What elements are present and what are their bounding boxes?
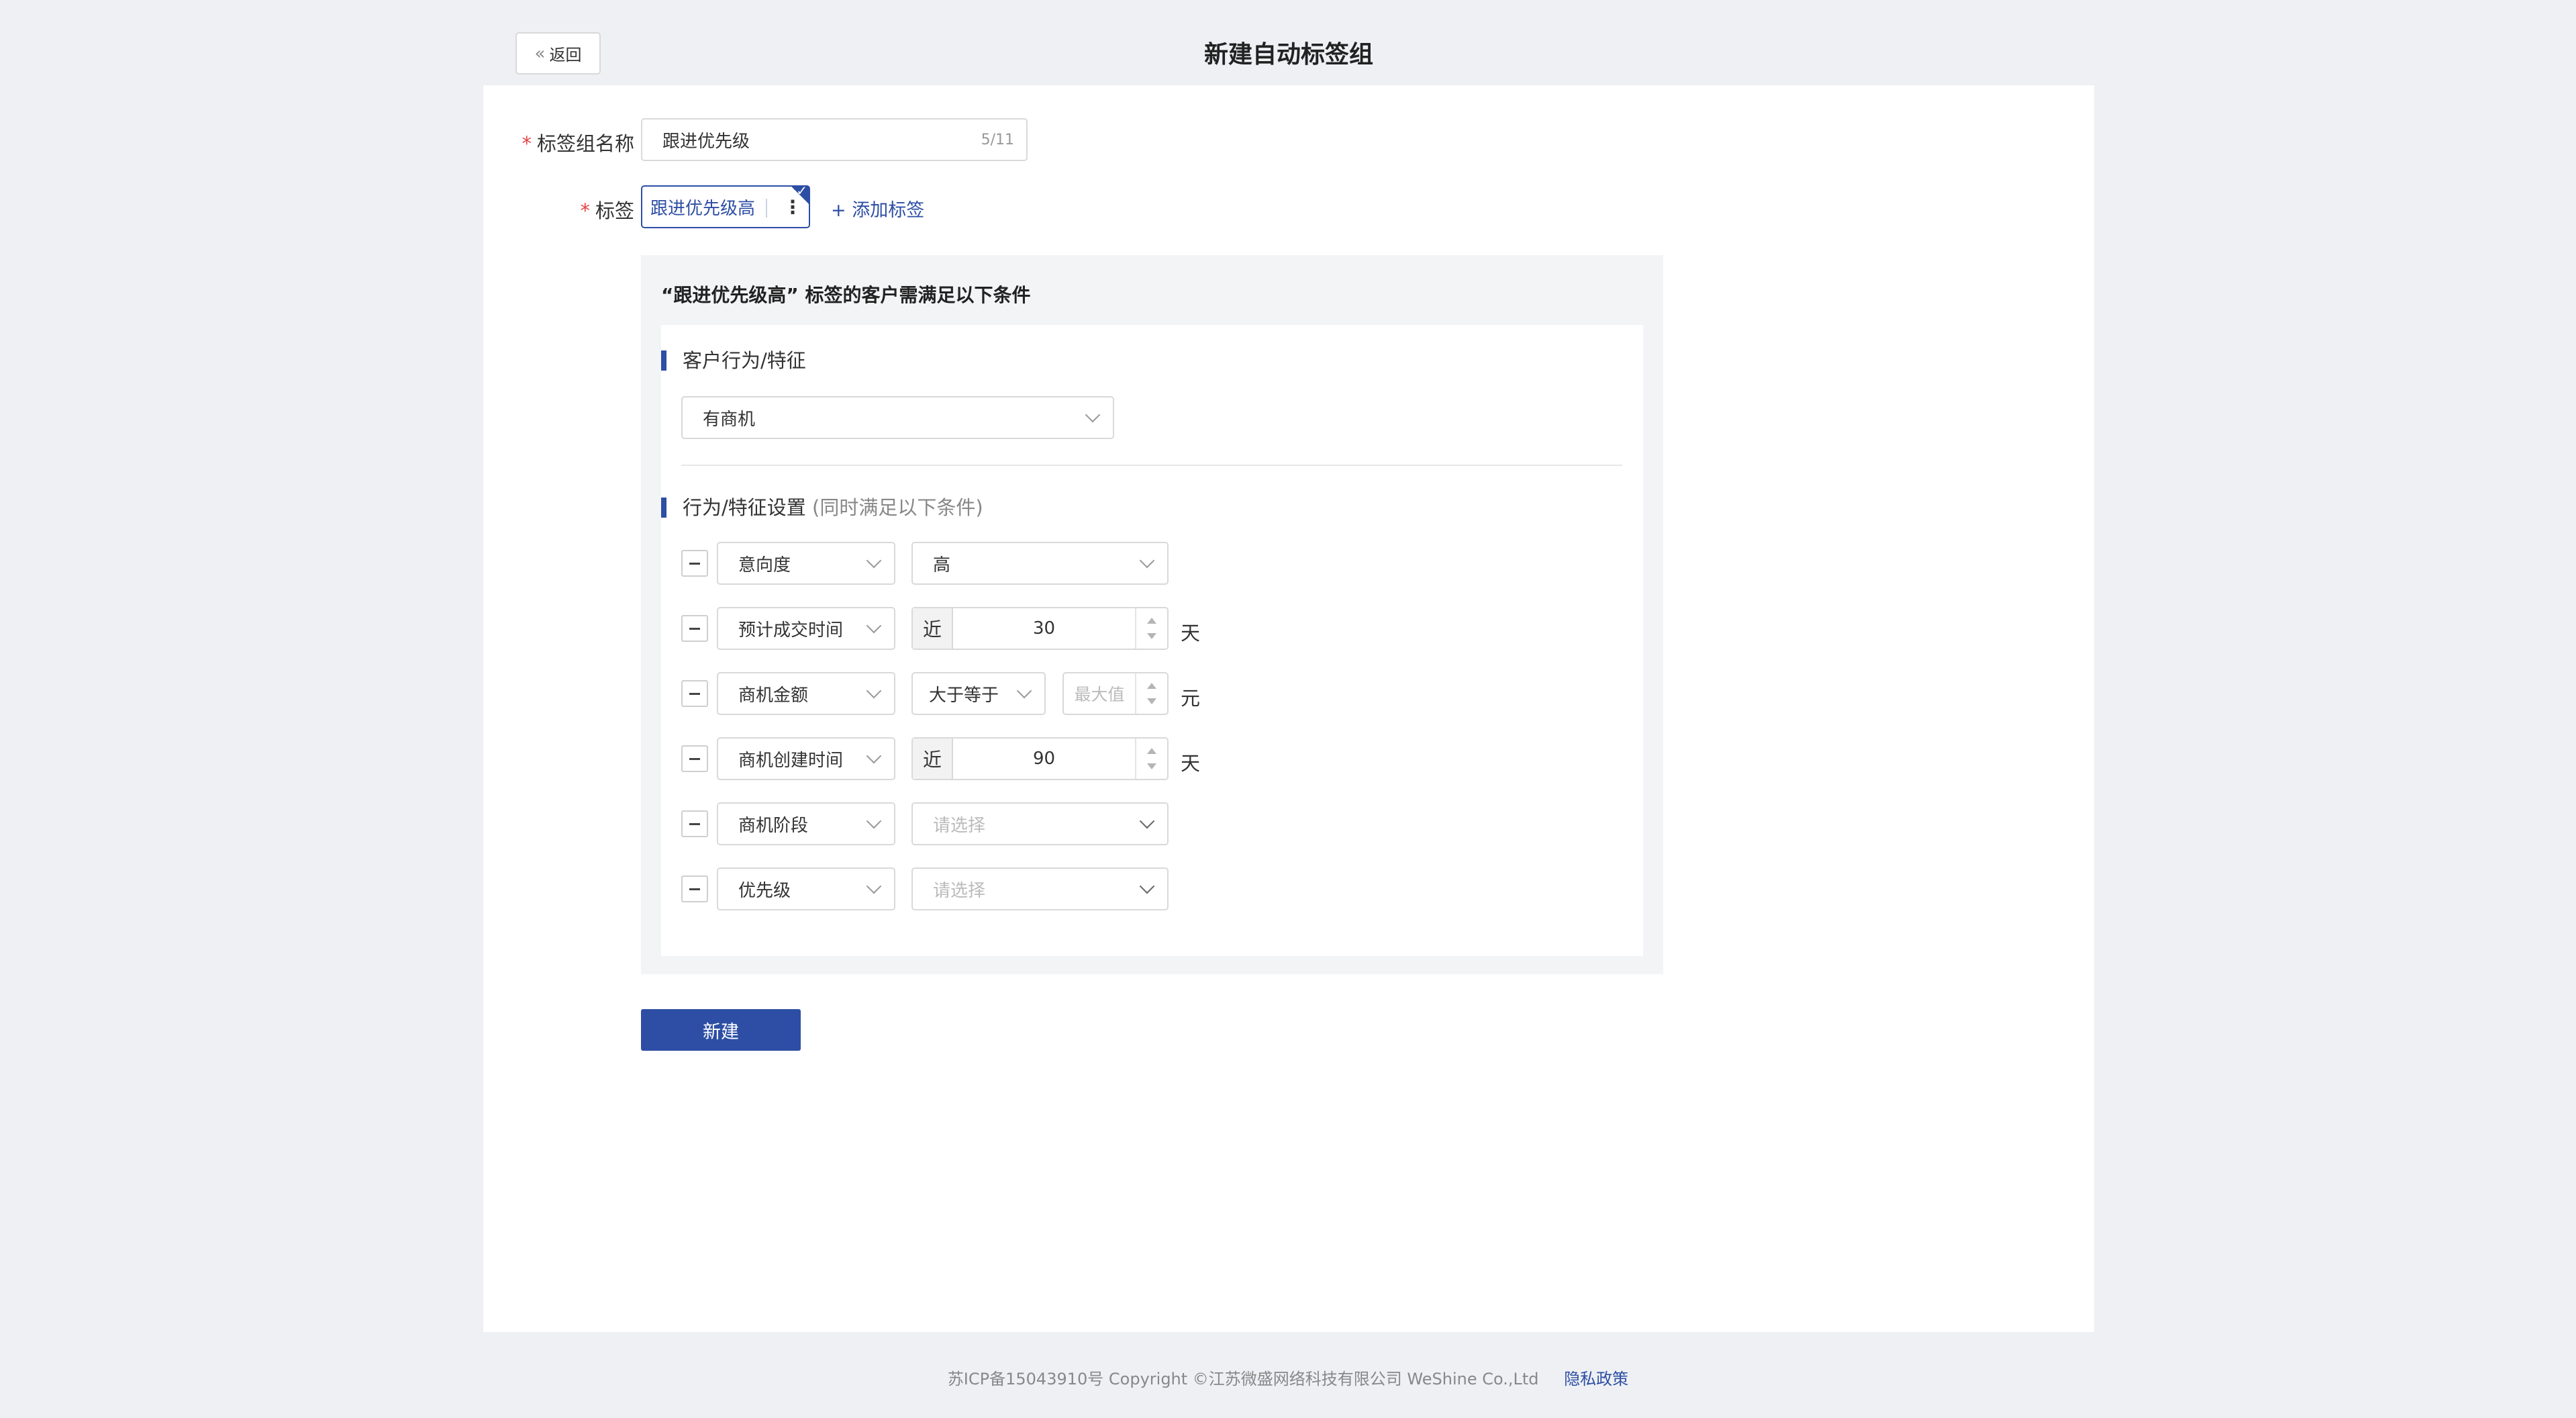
unit-label: 天 bbox=[1181, 622, 1201, 645]
stage-placeholder: 请选择 bbox=[933, 815, 986, 836]
stepper-up-icon[interactable] bbox=[1147, 618, 1156, 624]
condition-field-select[interactable]: 商机阶段 bbox=[717, 802, 895, 845]
add-tag-button[interactable]: + 添加标签 bbox=[831, 195, 924, 222]
chevron-down-icon bbox=[866, 878, 882, 894]
chevron-down-icon bbox=[866, 618, 882, 634]
condition-field-select[interactable]: 意向度 bbox=[717, 542, 895, 585]
operator-value: 大于等于 bbox=[929, 685, 999, 706]
recent-prefix: 近 bbox=[913, 739, 953, 779]
tag-chip-separator bbox=[766, 199, 767, 218]
page-header: 新建自动标签组 « 返回 bbox=[483, 19, 2094, 85]
number-stepper[interactable] bbox=[1135, 673, 1167, 714]
settings-section-title: 行为/特征设置 bbox=[683, 496, 806, 519]
condition-field-value: 商机金额 bbox=[738, 685, 809, 706]
number-stepper[interactable] bbox=[1135, 608, 1167, 649]
remove-condition-button[interactable] bbox=[681, 550, 708, 577]
chevron-down-icon bbox=[866, 748, 882, 764]
stepper-up-icon[interactable] bbox=[1147, 683, 1156, 689]
chevron-down-icon bbox=[866, 813, 882, 829]
condition-field-value: 预计成交时间 bbox=[738, 620, 844, 641]
chevron-down-icon bbox=[1139, 813, 1155, 829]
remove-condition-button[interactable] bbox=[681, 745, 708, 772]
recent-days-input[interactable]: 近 30 bbox=[911, 607, 1169, 650]
remove-condition-button[interactable] bbox=[681, 680, 708, 707]
chevron-down-icon bbox=[866, 683, 882, 699]
privacy-policy-link[interactable]: 隐私政策 bbox=[1564, 1370, 1628, 1388]
condition-value-select[interactable]: 高 bbox=[911, 542, 1169, 585]
stepper-up-icon[interactable] bbox=[1147, 748, 1156, 754]
tag-label: * 标签 bbox=[580, 195, 634, 224]
recent-prefix: 近 bbox=[913, 608, 953, 649]
chevron-down-icon bbox=[1139, 878, 1155, 894]
priority-select[interactable]: 请选择 bbox=[911, 867, 1169, 910]
stepper-down-icon[interactable] bbox=[1147, 763, 1156, 769]
condition-field-value: 商机创建时间 bbox=[738, 750, 844, 771]
unit-label: 元 bbox=[1181, 687, 1201, 710]
tag-group-name-label: * 标签组名称 bbox=[522, 128, 634, 156]
chevron-down-icon bbox=[1016, 683, 1032, 699]
behavior-section-title: 客户行为/特征 bbox=[683, 349, 806, 372]
chevron-down-icon bbox=[866, 553, 882, 569]
footer: 苏ICP备15043910号 Copyright ©江苏微盛网络科技有限公司 W… bbox=[0, 1366, 2576, 1389]
tag-group-name-input[interactable]: 跟进优先级 5/11 bbox=[641, 118, 1028, 161]
condition-field-value: 商机阶段 bbox=[738, 815, 809, 836]
back-button[interactable]: « 返回 bbox=[515, 32, 601, 75]
condition-field-select[interactable]: 优先级 bbox=[717, 867, 895, 910]
tag-chip-selected[interactable]: 跟进优先级高 ⋮ ✓ bbox=[641, 183, 810, 228]
char-counter: 5/11 bbox=[981, 131, 1014, 148]
condition-field-select[interactable]: 商机创建时间 bbox=[717, 737, 895, 780]
unit-label: 天 bbox=[1181, 752, 1201, 775]
check-icon: ✓ bbox=[796, 183, 807, 199]
days-value[interactable]: 90 bbox=[953, 739, 1135, 779]
days-value[interactable]: 30 bbox=[953, 608, 1135, 649]
number-stepper[interactable] bbox=[1135, 739, 1167, 779]
amount-placeholder[interactable]: 最大值 bbox=[1064, 673, 1135, 714]
section-divider bbox=[681, 465, 1622, 466]
footer-copyright: 苏ICP备15043910号 Copyright ©江苏微盛网络科技有限公司 W… bbox=[947, 1370, 1539, 1388]
required-mark: * bbox=[580, 199, 590, 222]
condition-value: 高 bbox=[933, 555, 951, 575]
behavior-select[interactable]: 有商机 bbox=[681, 396, 1114, 439]
required-mark: * bbox=[522, 132, 532, 155]
conditions-inner-panel: 客户行为/特征 有商机 行为/特征设置 (同时满足以下条件) 意向度 高 预计成… bbox=[661, 325, 1643, 956]
condition-field-value: 意向度 bbox=[738, 555, 791, 575]
chevron-down-icon bbox=[1085, 407, 1101, 423]
recent-days-input[interactable]: 近 90 bbox=[911, 737, 1169, 780]
back-button-label: 返回 bbox=[549, 46, 582, 64]
tag-chip-name: 跟进优先级高 bbox=[650, 198, 756, 219]
settings-section-heading: 行为/特征设置 (同时满足以下条件) bbox=[661, 498, 983, 518]
conditions-box: “跟进优先级高” 标签的客户需满足以下条件 客户行为/特征 有商机 行为/特征设… bbox=[641, 255, 1663, 974]
tag-group-name-label-text: 标签组名称 bbox=[536, 132, 634, 155]
create-button[interactable]: 新建 bbox=[641, 1009, 801, 1051]
operator-select[interactable]: 大于等于 bbox=[911, 672, 1046, 715]
main-panel: 新建自动标签组 « 返回 * 标签组名称 跟进优先级 5/11 * 标签 跟进优先级… bbox=[483, 19, 2094, 1332]
behavior-section-heading: 客户行为/特征 bbox=[661, 350, 806, 371]
tag-group-name-value: 跟进优先级 bbox=[662, 131, 750, 152]
remove-condition-button[interactable] bbox=[681, 615, 708, 642]
double-chevron-left-icon: « bbox=[534, 43, 546, 64]
conditions-title: “跟进优先级高” 标签的客户需满足以下条件 bbox=[661, 284, 1031, 306]
condition-field-value: 优先级 bbox=[738, 880, 791, 901]
settings-section-hint: (同时满足以下条件) bbox=[812, 496, 983, 519]
condition-field-select[interactable]: 商机金额 bbox=[717, 672, 895, 715]
amount-input[interactable]: 最大值 bbox=[1062, 672, 1169, 715]
behavior-select-value: 有商机 bbox=[703, 409, 756, 430]
priority-placeholder: 请选择 bbox=[933, 880, 986, 901]
remove-condition-button[interactable] bbox=[681, 810, 708, 837]
chevron-down-icon bbox=[1139, 553, 1155, 569]
page-title: 新建自动标签组 bbox=[1203, 40, 1373, 68]
remove-condition-button[interactable] bbox=[681, 876, 708, 902]
condition-field-select[interactable]: 预计成交时间 bbox=[717, 607, 895, 650]
tag-label-text: 标签 bbox=[595, 199, 634, 222]
stepper-down-icon[interactable] bbox=[1147, 633, 1156, 639]
stage-select[interactable]: 请选择 bbox=[911, 802, 1169, 845]
stepper-down-icon[interactable] bbox=[1147, 698, 1156, 704]
